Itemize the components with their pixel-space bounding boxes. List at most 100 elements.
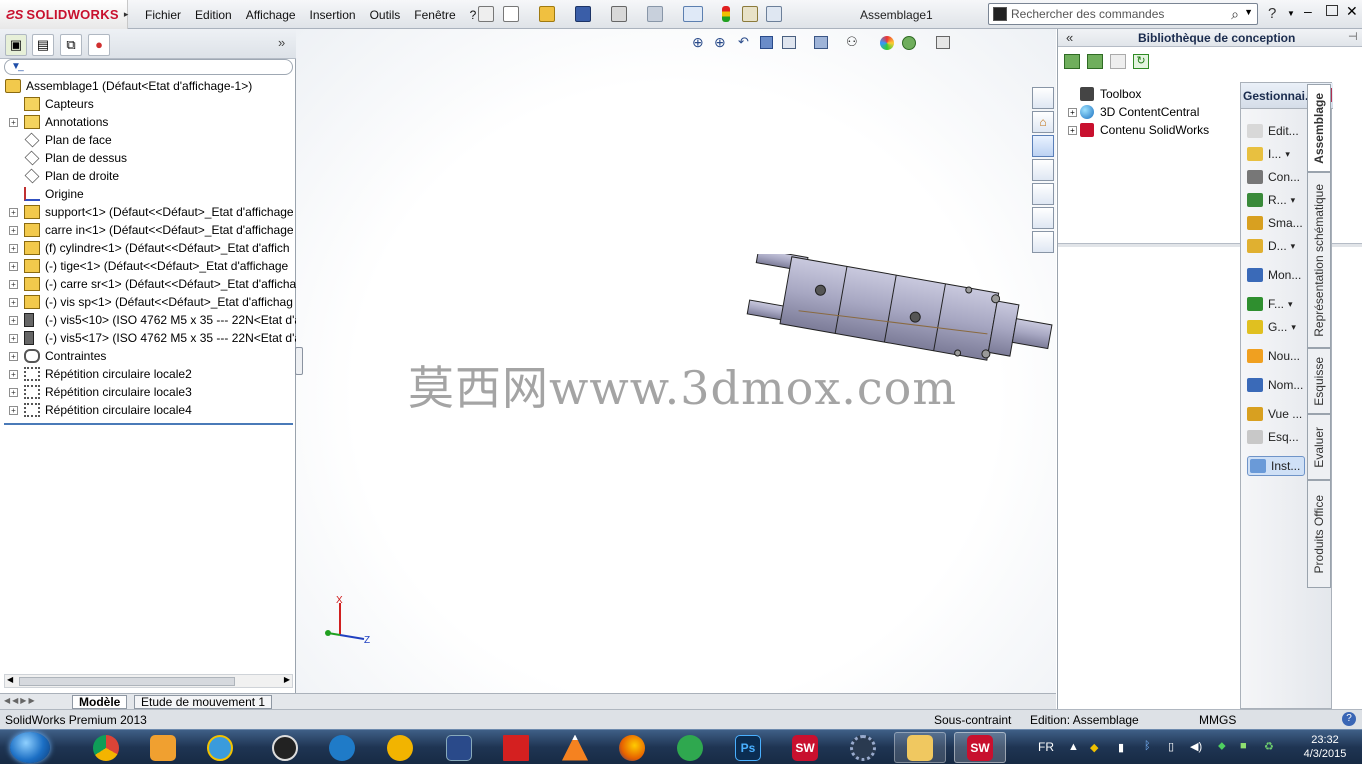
search-commands-field[interactable]: Rechercher des commandes ⌕ ▼ xyxy=(988,3,1258,25)
pin-pane-icon[interactable]: ⊣ xyxy=(1348,30,1358,43)
edit-appearance-icon[interactable] xyxy=(880,36,894,50)
expand-panel-icon[interactable]: » xyxy=(278,35,285,50)
file-explorer-tab-icon[interactable] xyxy=(1032,159,1054,181)
tree-item[interactable]: + (f) cylindre<1> (Défaut<<Défaut>_Etat d… xyxy=(0,239,296,257)
expand-icon[interactable]: + xyxy=(9,333,18,343)
tray-shield-icon[interactable]: ◆ xyxy=(1090,741,1098,754)
solidworks-resources-tab-icon[interactable] xyxy=(1032,87,1054,109)
firefox-taskbar-icon[interactable] xyxy=(606,732,658,763)
expand-icon[interactable]: + xyxy=(9,243,18,253)
language-indicator[interactable]: FR xyxy=(1038,740,1054,754)
solidworks-taskbar-icon[interactable]: SW xyxy=(779,732,831,763)
tree-item[interactable]: + (-) tige<1> (Défaut<<Défaut>_Etat d'aff… xyxy=(0,257,296,275)
system-clock[interactable]: 23:32 4/3/2015 xyxy=(1300,733,1350,761)
command-button[interactable]: Sma... xyxy=(1247,213,1307,233)
windows-start-icon[interactable] xyxy=(10,732,50,763)
vertical-tab[interactable]: Représentation schématique xyxy=(1307,172,1331,348)
vertical-tab[interactable]: Assemblage xyxy=(1307,84,1331,172)
hide-show-items-icon[interactable]: ⚇ xyxy=(846,34,858,50)
library-item-3d-content-central[interactable]: + 3D ContentCentral xyxy=(1068,103,1199,121)
dropdown-icon[interactable]: ▾ xyxy=(1288,299,1293,310)
feature-tree-tab-icon[interactable]: ▣ xyxy=(5,34,27,56)
scroll-left-icon[interactable]: ◀ xyxy=(7,675,13,684)
expand-icon[interactable]: + xyxy=(9,351,18,361)
expand-icon[interactable]: + xyxy=(9,297,18,307)
add-file-location-icon[interactable] xyxy=(1087,54,1103,69)
tab-nav-arrows-icon[interactable]: ◀◀▶▶ xyxy=(4,696,37,705)
internet-explorer-taskbar-icon[interactable] xyxy=(194,732,246,763)
new-document-icon[interactable] xyxy=(503,6,519,22)
view-settings-icon[interactable] xyxy=(936,36,950,49)
vertical-tab[interactable]: Produits Office xyxy=(1307,480,1331,588)
view-palette-tab-icon[interactable] xyxy=(1032,183,1054,205)
network-signal-icon[interactable]: ▮ xyxy=(1118,741,1124,754)
tree-item[interactable]: + (-) vis5<17> (ISO 4762 M5 x 35 --- 22N<… xyxy=(0,329,296,347)
bluetooth-icon[interactable]: ᛒ xyxy=(1144,740,1151,752)
menu-affichage[interactable]: Affichage xyxy=(239,8,303,22)
battery-icon[interactable]: ▯ xyxy=(1168,740,1174,753)
tree-item[interactable]: + Répétition circulaire locale3 xyxy=(0,383,296,401)
tree-item[interactable]: + (-) vis5<10> (ISO 4762 M5 x 35 --- 22N<… xyxy=(0,311,296,329)
tree-item[interactable]: Origine xyxy=(0,185,296,203)
expand-icon[interactable]: + xyxy=(9,369,18,379)
command-button[interactable]: F... ▾ xyxy=(1247,294,1307,314)
menu-edition[interactable]: Edition xyxy=(188,8,239,22)
design-library-tab-icon[interactable] xyxy=(1032,135,1054,157)
zoom-area-icon[interactable]: ⊕ xyxy=(714,34,726,51)
tree-filter-field[interactable]: ▼̲ xyxy=(4,59,293,75)
property-manager-tab-icon[interactable]: ▤ xyxy=(32,34,54,56)
tree-item[interactable]: + Contraintes xyxy=(0,347,296,365)
command-button[interactable]: Esq... xyxy=(1247,427,1307,447)
tree-item[interactable]: + support<1> (Défaut<<Défaut>_Etat d'affi… xyxy=(0,203,296,221)
command-button[interactable]: Vue ... xyxy=(1247,404,1307,424)
menu-insertion[interactable]: Insertion xyxy=(303,8,363,22)
tree-horizontal-scrollbar[interactable]: ◀ ▶ xyxy=(4,674,293,688)
red-screen-taskbar-icon[interactable] xyxy=(490,732,542,763)
library-item-toolbox[interactable]: Toolbox xyxy=(1068,85,1141,103)
open-folder-icon[interactable] xyxy=(539,6,555,22)
display-style-icon[interactable] xyxy=(814,36,828,49)
logo-arrow-icon[interactable]: ▸ xyxy=(124,9,129,20)
help-icon[interactable]: ? xyxy=(1268,5,1276,22)
tree-root-assembly[interactable]: Assemblage1 (Défaut<Etat d'affichage-1>) xyxy=(0,77,296,95)
expand-icon[interactable]: + xyxy=(1068,107,1077,117)
scroll-right-icon[interactable]: ▶ xyxy=(284,675,290,684)
collapse-pane-icon[interactable]: « xyxy=(1066,30,1073,45)
disc-burner-taskbar-icon[interactable] xyxy=(259,732,311,763)
print-icon[interactable] xyxy=(611,6,627,22)
graphics-area[interactable]: ⊕ ⊕ ↶ ⚇ ⌂ 莫西网www.3dmox.com X Z xyxy=(295,29,1056,693)
notes-tray-icon[interactable]: ■ xyxy=(1240,740,1247,752)
kmplayer-taskbar-icon[interactable] xyxy=(433,732,485,763)
restore-icon[interactable] xyxy=(1326,5,1338,16)
settings-gear-taskbar-icon[interactable] xyxy=(837,732,889,763)
expand-icon[interactable]: + xyxy=(9,225,18,235)
command-button[interactable]: Inst... xyxy=(1247,456,1305,476)
display-manager-tab-icon[interactable]: ● xyxy=(88,34,110,56)
search-dropdown-icon[interactable]: ▼ xyxy=(1244,7,1253,17)
chrome-taskbar-icon[interactable] xyxy=(80,732,132,763)
status-units[interactable]: MMGS xyxy=(1199,713,1236,727)
panel-splitter-handle[interactable] xyxy=(295,347,303,375)
create-folder-icon[interactable] xyxy=(1110,54,1126,69)
tree-item[interactable]: + Répétition circulaire locale4 xyxy=(0,401,296,419)
command-button[interactable]: Mon... xyxy=(1247,265,1307,285)
tree-item[interactable]: + Annotations xyxy=(0,113,296,131)
alert-app-taskbar-icon[interactable] xyxy=(374,732,426,763)
expand-icon[interactable]: + xyxy=(1068,125,1077,135)
menu-outils[interactable]: Outils xyxy=(363,8,408,22)
expand-icon[interactable]: + xyxy=(9,117,18,127)
tab-modele[interactable]: Modèle xyxy=(72,695,128,709)
tree-item[interactable]: Plan de droite xyxy=(0,167,296,185)
command-button[interactable]: G... ▾ xyxy=(1247,317,1307,337)
minimize-icon[interactable]: – xyxy=(1304,3,1312,19)
previous-view-icon[interactable]: ↶ xyxy=(738,34,749,50)
menu-fichier[interactable]: Fichier xyxy=(138,8,188,22)
vlc-taskbar-icon[interactable] xyxy=(549,732,601,763)
command-button[interactable]: Nom... xyxy=(1247,375,1307,395)
custom-properties-tab-icon[interactable] xyxy=(1032,231,1054,253)
help-status-icon[interactable]: ? xyxy=(1342,712,1356,726)
library-item-solidworks-content[interactable]: + Contenu SolidWorks xyxy=(1068,121,1209,139)
photoshop-taskbar-icon[interactable]: Ps xyxy=(722,732,774,763)
file-properties-icon[interactable] xyxy=(742,6,758,22)
pin-icon[interactable] xyxy=(478,6,494,22)
